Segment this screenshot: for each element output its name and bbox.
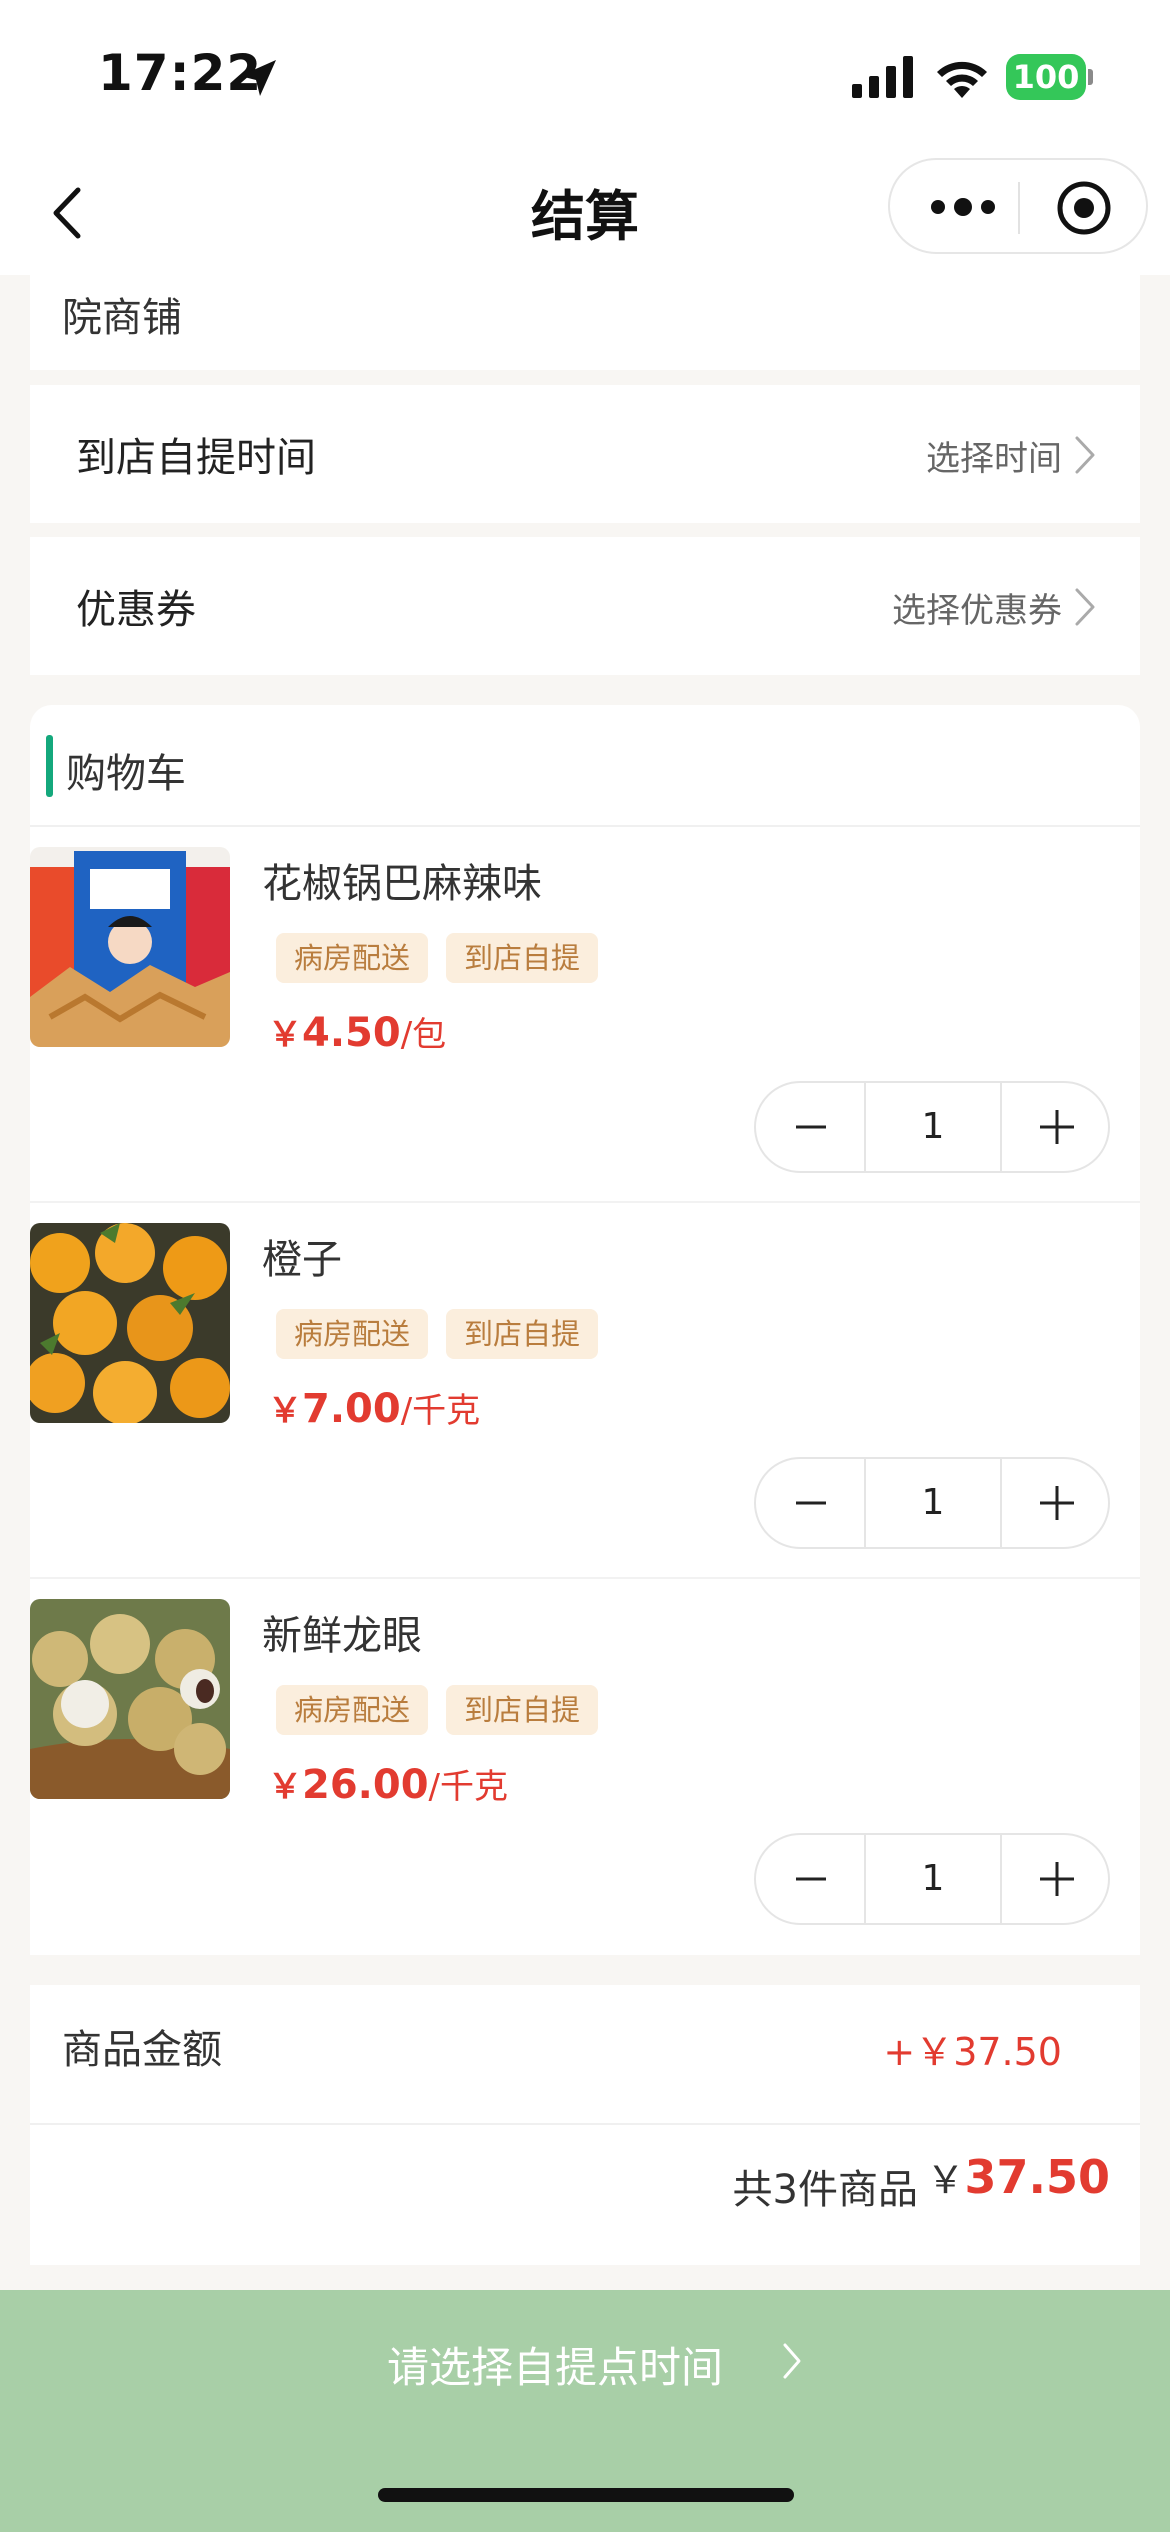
minus-icon[interactable]: [756, 1459, 864, 1547]
minus-icon[interactable]: [756, 1083, 864, 1171]
close-target-icon[interactable]: [1056, 180, 1112, 236]
product-image-orange[interactable]: [30, 1223, 230, 1423]
price-value: 4.50: [302, 1010, 401, 1056]
goods-amount-value: +￥37.50: [883, 2030, 1062, 2074]
back-arrow-icon[interactable]: [44, 182, 94, 244]
shopping-cart-card: 购物车 花椒锅巴麻辣味 病房配送 到店自提 ￥4.50/包 1 橙子 病房配送 …: [30, 705, 1140, 1955]
quantity-stepper: 1: [754, 1081, 1110, 1173]
cart-title: 购物车: [66, 751, 186, 797]
order-summary-card: 商品金额 +￥37.50 共3件商品 ￥37.50: [30, 1985, 1140, 2265]
product-price: ￥7.00/千克: [268, 1383, 480, 1432]
quantity-stepper: 1: [754, 1833, 1110, 1925]
quantity-value[interactable]: 1: [864, 1459, 1002, 1547]
battery-tip: [1088, 69, 1093, 85]
plus-icon[interactable]: [1002, 1835, 1110, 1923]
submit-button-label: 请选择自提点时间: [386, 2343, 723, 2392]
quantity-stepper: 1: [754, 1457, 1110, 1549]
item-count-text: 共3件商品: [732, 2167, 918, 2213]
battery-icon: 100: [1006, 54, 1093, 100]
cart-item: 新鲜龙眼 病房配送 到店自提 ￥26.00/千克 1: [30, 1579, 1140, 1955]
coupon-value: 选择优惠券: [892, 591, 1062, 631]
price-unit: /千克: [428, 1767, 508, 1807]
product-price: ￥4.50/包: [268, 1007, 446, 1056]
tag-store-pickup: 到店自提: [446, 1685, 599, 1735]
home-indicator: [378, 2488, 794, 2502]
cellular-signal-icon: [852, 56, 913, 98]
shop-name: 院商铺: [62, 295, 182, 341]
total-price: ￥37.50: [926, 2149, 1110, 2204]
total-value: 37.50: [964, 2150, 1110, 2204]
capsule-divider: [1018, 182, 1020, 234]
tag-store-pickup: 到店自提: [446, 1309, 599, 1359]
cart-item: 橙子 病房配送 到店自提 ￥7.00/千克 1: [30, 1203, 1140, 1579]
product-image-longan[interactable]: [30, 1599, 230, 1799]
product-name: 新鲜龙眼: [262, 1613, 422, 1659]
pickup-time-row[interactable]: 到店自提时间 选择时间: [30, 385, 1140, 523]
price-value: 7.00: [302, 1386, 401, 1432]
more-dots-icon[interactable]: [928, 184, 998, 230]
cart-item: 花椒锅巴麻辣味 病房配送 到店自提 ￥4.50/包 1: [30, 827, 1140, 1203]
tag-store-pickup: 到店自提: [446, 933, 599, 983]
quantity-value[interactable]: 1: [864, 1835, 1002, 1923]
price-value: 26.00: [302, 1762, 429, 1808]
cart-header-accent: [46, 735, 53, 797]
chevron-right-icon: [1075, 436, 1095, 474]
price-unit: /包: [400, 1015, 447, 1055]
pickup-time-value: 选择时间: [926, 439, 1062, 479]
mini-program-capsule: [888, 158, 1148, 254]
goods-amount-label: 商品金额: [62, 2027, 222, 2073]
price-currency: ￥: [268, 1391, 302, 1431]
plus-icon[interactable]: [1002, 1459, 1110, 1547]
chevron-right-icon: [783, 2343, 801, 2379]
coupon-label: 优惠券: [76, 587, 196, 633]
coupon-row[interactable]: 优惠券 选择优惠券: [30, 537, 1140, 675]
product-name: 橙子: [262, 1237, 342, 1283]
price-unit: /千克: [400, 1391, 481, 1431]
tag-ward-delivery: 病房配送: [276, 933, 429, 983]
product-price: ￥26.00/千克: [268, 1759, 508, 1808]
product-name: 花椒锅巴麻辣味: [262, 861, 542, 907]
product-image-guoba[interactable]: [30, 847, 230, 1047]
minus-icon[interactable]: [756, 1835, 864, 1923]
navigation-bar: 结算: [0, 150, 1170, 275]
total-currency: ￥: [926, 2158, 965, 2202]
pickup-time-label: 到店自提时间: [76, 435, 316, 481]
battery-level: 100: [1006, 54, 1086, 100]
select-pickup-time-button[interactable]: 请选择自提点时间: [0, 2290, 1170, 2430]
wifi-icon: [937, 61, 987, 98]
shop-name-card: 院商铺: [30, 275, 1140, 370]
cart-header: 购物车: [30, 705, 1140, 827]
tag-ward-delivery: 病房配送: [276, 1309, 429, 1359]
price-currency: ￥: [268, 1015, 302, 1055]
plus-icon[interactable]: [1002, 1083, 1110, 1171]
quantity-value[interactable]: 1: [864, 1083, 1002, 1171]
summary-divider: [30, 2123, 1140, 2125]
chevron-right-icon: [1075, 588, 1095, 626]
location-arrow-icon: [240, 60, 276, 96]
price-currency: ￥: [268, 1767, 302, 1807]
status-bar: 17:22 100: [0, 0, 1170, 150]
tag-ward-delivery: 病房配送: [276, 1685, 429, 1735]
